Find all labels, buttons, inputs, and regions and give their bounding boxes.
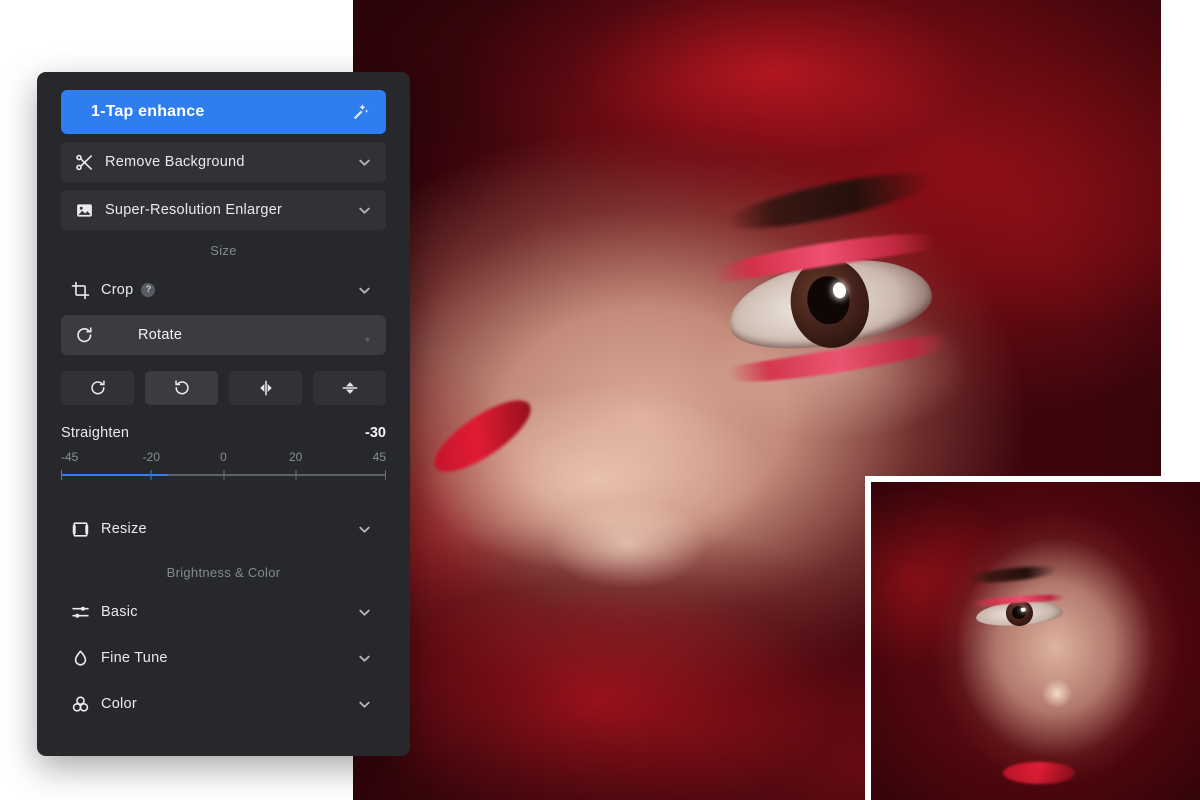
sidebar-content: 1-Tap enhance Remove Background Super-Re… (37, 90, 410, 727)
color-circles-icon (71, 695, 90, 714)
straighten-label: Straighten (61, 425, 130, 441)
straighten-value: -30 (365, 425, 386, 441)
straighten-tick-label-zero: 0 (220, 450, 227, 464)
tool-label-resize: Resize (101, 521, 147, 537)
chevron-down-icon[interactable] (357, 522, 372, 537)
tool-label-basic: Basic (101, 604, 138, 620)
sliders-icon (71, 603, 90, 622)
straighten-header: Straighten -30 (61, 425, 386, 441)
resize-frame-icon (71, 520, 90, 539)
crop-help-icon[interactable]: ? (141, 283, 156, 297)
flip-horizontal-button[interactable] (229, 371, 302, 405)
straighten-tick-mark-neg20 (150, 470, 152, 480)
rotate-row-indicator-icon (363, 331, 372, 342)
straighten-tick-mark-zero (223, 470, 224, 480)
straighten-slider-track[interactable] (61, 470, 386, 482)
tool-row-fine-tune[interactable]: Fine Tune (61, 635, 386, 681)
tool-row-super-resolution-enlarger[interactable]: Super-Resolution Enlarger (61, 190, 386, 230)
tool-row-rotate[interactable]: Rotate (61, 315, 386, 355)
straighten-tick-label-pos20: 20 (288, 450, 303, 464)
tool-label-rotate: Rotate (138, 327, 183, 343)
straighten-slider[interactable]: -45 -20 0 20 45 (61, 450, 386, 482)
image-icon (75, 201, 94, 220)
section-label-size: Size (210, 243, 237, 258)
tool-row-remove-background[interactable]: Remove Background (61, 142, 386, 182)
chevron-down-icon[interactable] (357, 697, 372, 712)
straighten-tick-mark-max (385, 470, 386, 480)
straighten-tick-label-neg20: -20 (142, 450, 161, 464)
chevron-down-icon[interactable] (357, 283, 372, 298)
chevron-down-icon[interactable] (357, 605, 372, 620)
tool-row-basic[interactable]: Basic (61, 589, 386, 635)
tool-label-crop: Crop (101, 282, 134, 298)
inset-vignette-layer (871, 482, 1200, 800)
chevron-down-icon[interactable] (357, 203, 372, 218)
tool-row-color[interactable]: Color (61, 681, 386, 727)
inset-photo-inner (871, 482, 1200, 800)
chevron-down-icon[interactable] (357, 155, 372, 170)
straighten-tick-label-max: 45 (372, 450, 386, 464)
tool-label-super-resolution-enlarger: Super-Resolution Enlarger (105, 202, 283, 218)
chevron-down-icon[interactable] (357, 651, 372, 666)
rotate-button-group (61, 371, 386, 405)
straighten-tick-labels: -45 -20 0 20 45 (61, 450, 386, 465)
tool-label-fine-tune: Fine Tune (101, 650, 168, 666)
flip-vertical-button[interactable] (313, 371, 386, 405)
rotate-cw-icon (75, 326, 94, 345)
one-tap-enhance-button[interactable]: 1-Tap enhance (61, 90, 386, 134)
droplet-icon (71, 649, 90, 668)
straighten-tick-mark-min (61, 470, 62, 480)
section-label-brightness-color: Brightness & Color (166, 565, 281, 580)
tool-row-resize[interactable]: Resize (61, 506, 386, 552)
straighten-tick-label-min: -45 (61, 450, 79, 464)
app-root: 1-Tap enhance Remove Background Super-Re… (0, 0, 1200, 800)
straighten-tick-mark-pos20 (295, 470, 297, 480)
scissors-icon (75, 153, 94, 172)
inset-photo-preview[interactable] (865, 476, 1200, 800)
tool-label-color: Color (101, 696, 137, 712)
tool-label-remove-background: Remove Background (105, 154, 245, 170)
crop-icon (71, 281, 90, 300)
rotate-left-button[interactable] (145, 371, 218, 405)
straighten-track-fill (61, 474, 169, 476)
one-tap-enhance-label: 1-Tap enhance (91, 103, 205, 120)
editor-sidebar-panel: 1-Tap enhance Remove Background Super-Re… (37, 72, 410, 756)
magic-wand-icon (350, 102, 370, 122)
tool-row-crop[interactable]: Crop ? (61, 267, 386, 313)
rotate-right-button[interactable] (61, 371, 134, 405)
